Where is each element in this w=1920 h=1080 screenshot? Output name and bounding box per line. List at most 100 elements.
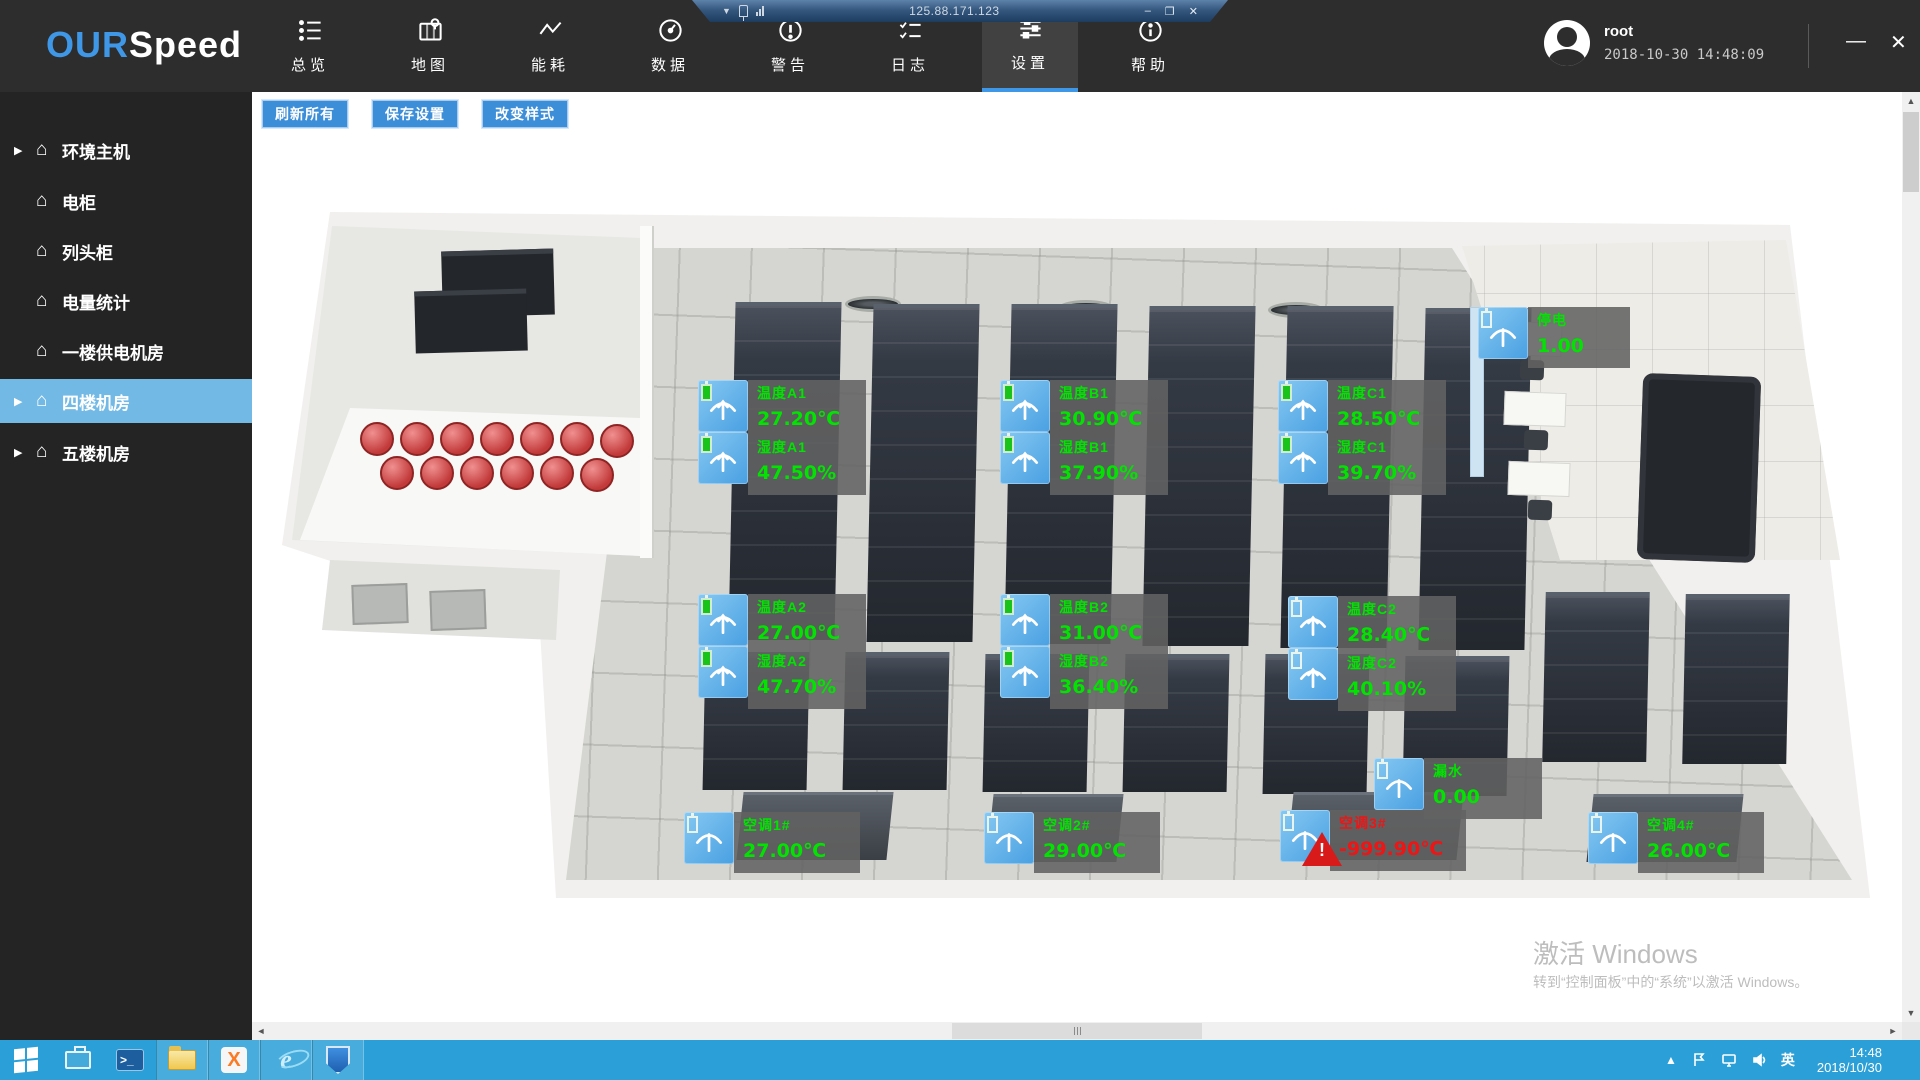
- expand-caret-icon[interactable]: ▶: [14, 395, 36, 408]
- nav-label: 设置: [1011, 52, 1049, 73]
- sidebar-item-floor4-room[interactable]: ▶ ⌂ 四楼机房: [0, 379, 252, 423]
- sidebar-label: 列头柜: [62, 239, 113, 264]
- energy-icon: [537, 17, 564, 44]
- scroll-left-icon[interactable]: ◄: [252, 1022, 270, 1040]
- temp-value: 28.50℃: [1337, 408, 1437, 430]
- flag-icon[interactable]: [1691, 1052, 1707, 1068]
- sensor-group-C1[interactable]: 温度C1 28.50℃ 湿度C1 39.70%: [1278, 380, 1446, 495]
- internet-explorer-button[interactable]: e: [260, 1040, 312, 1080]
- sidebar-item-power-stats[interactable]: ⌂ 电量统计: [0, 279, 252, 323]
- nav-label: 警告: [771, 54, 809, 75]
- xampp-icon: X: [221, 1047, 247, 1073]
- tab-overview[interactable]: 总览: [262, 0, 358, 92]
- xampp-button[interactable]: X: [208, 1040, 260, 1080]
- rdp-pin-icon[interactable]: [739, 5, 748, 17]
- windows-logo-icon: [14, 1047, 38, 1074]
- temp-sensor-icon: [698, 380, 748, 432]
- battery-cylinder: [420, 456, 454, 490]
- tab-map[interactable]: 地图: [382, 0, 478, 92]
- sensor-value: -999.90℃: [1339, 838, 1457, 860]
- network-icon[interactable]: [1721, 1052, 1737, 1068]
- sensor-ac4[interactable]: 空调4# 26.00℃: [1588, 812, 1764, 873]
- tab-energy[interactable]: 能耗: [502, 0, 598, 92]
- vertical-scroll-thumb[interactable]: [1903, 112, 1919, 192]
- rdp-connection-bar[interactable]: ▼ 125.88.171.123 – ❐ ✕: [692, 0, 1228, 22]
- home-icon: ⌂: [36, 290, 62, 312]
- sensor-ac3-alarm[interactable]: 空调3# -999.90℃: [1280, 810, 1466, 871]
- activate-windows-subtext: 转到“控制面板”中的“系统”以激活 Windows。: [1533, 972, 1808, 992]
- sensor-power-outage[interactable]: 停电 1.00: [1478, 307, 1630, 368]
- temp-label: 温度B1: [1059, 383, 1159, 403]
- office-sofa: [1637, 373, 1761, 563]
- scroll-up-icon[interactable]: ▲: [1902, 92, 1920, 110]
- close-button[interactable]: ✕: [1890, 30, 1907, 55]
- server-manager-button[interactable]: [52, 1040, 104, 1080]
- temp-sensor-icon: [1000, 594, 1050, 646]
- sidebar-item-env-host[interactable]: ▶ ⌂ 环境主机: [0, 128, 252, 172]
- rdp-minimize-icon[interactable]: –: [1145, 5, 1151, 18]
- sidebar-item-row-head-cabinet[interactable]: ⌂ 列头柜: [0, 229, 252, 273]
- humidity-value: 36.40%: [1059, 676, 1159, 698]
- sidebar-label: 电量统计: [62, 289, 130, 314]
- sensor-group-A2[interactable]: 温度A2 27.00℃ 湿度A2 47.70%: [698, 594, 866, 709]
- security-app-button[interactable]: [312, 1040, 364, 1080]
- horizontal-scroll-thumb[interactable]: [952, 1023, 1202, 1039]
- store-panel: [429, 589, 486, 631]
- scroll-down-icon[interactable]: ▼: [1902, 1004, 1920, 1022]
- temp-value: 28.40℃: [1347, 624, 1447, 646]
- map-icon: [417, 17, 444, 44]
- office-desk: [1503, 391, 1566, 427]
- file-explorer-button[interactable]: [156, 1040, 208, 1080]
- home-icon: ⌂: [36, 390, 62, 412]
- battery-cylinder: [460, 456, 494, 490]
- home-icon: ⌂: [36, 190, 62, 212]
- start-button[interactable]: [0, 1040, 52, 1080]
- sensor-label: 空调2#: [1043, 815, 1151, 835]
- expand-caret-icon[interactable]: ▶: [14, 446, 36, 459]
- rdp-address: 125.88.171.123: [764, 4, 1145, 18]
- login-datetime: 2018-10-30 14:48:09: [1604, 47, 1764, 63]
- sidebar: ▶ ⌂ 环境主机 ⌂ 电柜 ⌂ 列头柜 ⌂ 电量统计 ⌂ 一楼供电机房 ▶ ⌂ …: [0, 92, 252, 1040]
- rdp-close-icon[interactable]: ✕: [1189, 5, 1198, 18]
- user-box[interactable]: root 2018-10-30 14:48:09: [1544, 20, 1764, 66]
- sensor-label: 空调4#: [1647, 815, 1755, 835]
- horizontal-scrollbar[interactable]: ◄ ►: [252, 1022, 1902, 1040]
- main-canvas: 刷新所有 保存设置 改变样式: [252, 92, 1902, 1022]
- activate-windows-watermark: 激活 Windows: [1533, 934, 1698, 971]
- temp-label: 温度B2: [1059, 597, 1159, 617]
- rdp-dropdown-icon[interactable]: ▼: [722, 6, 731, 16]
- nav-label: 总览: [291, 54, 329, 75]
- humidity-sensor-icon: [698, 646, 748, 698]
- server-rack: [1682, 594, 1790, 764]
- powershell-button[interactable]: >_: [104, 1040, 156, 1080]
- sensor-group-B1[interactable]: 温度B1 30.90℃ 湿度B1 37.90%: [1000, 380, 1168, 495]
- tray-expand-icon[interactable]: ▲: [1665, 1053, 1677, 1067]
- logo-part-white: Speed: [129, 24, 242, 65]
- humidity-value: 47.50%: [757, 462, 857, 484]
- sensor-group-B2[interactable]: 温度B2 31.00℃ 湿度B2 36.40%: [1000, 594, 1168, 709]
- vertical-scrollbar[interactable]: ▲ ▼: [1902, 92, 1920, 1022]
- sidebar-item-floor5-room[interactable]: ▶ ⌂ 五楼机房: [0, 430, 252, 474]
- sensor-group-A1[interactable]: 温度A1 27.20℃ 湿度A1 47.50%: [698, 380, 866, 495]
- language-indicator[interactable]: 英: [1781, 1050, 1795, 1070]
- humidity-sensor-icon: [1000, 646, 1050, 698]
- humidity-label: 湿度B2: [1059, 651, 1159, 671]
- volume-icon[interactable]: [1751, 1052, 1767, 1068]
- expand-caret-icon[interactable]: ▶: [14, 144, 36, 157]
- rdp-signal-icon: [756, 6, 764, 16]
- taskbar-clock[interactable]: 14:48 2018/10/30: [1809, 1045, 1890, 1075]
- ac-sensor-icon: [984, 812, 1034, 864]
- sensor-group-C2[interactable]: 温度C2 28.40℃ 湿度C2 40.10%: [1288, 596, 1456, 711]
- humidity-sensor-icon: [1278, 432, 1328, 484]
- sensor-ac2[interactable]: 空调2# 29.00℃: [984, 812, 1160, 873]
- rdp-restore-icon[interactable]: ❐: [1165, 5, 1175, 18]
- sidebar-item-power-cabinet[interactable]: ⌂ 电柜: [0, 179, 252, 223]
- temp-label: 温度A2: [757, 597, 857, 617]
- sensor-ac1[interactable]: 空调1# 27.00℃: [684, 812, 860, 873]
- minimize-button[interactable]: —: [1846, 30, 1866, 53]
- folder-icon: [168, 1050, 196, 1070]
- scroll-right-icon[interactable]: ►: [1884, 1022, 1902, 1040]
- nav-label: 能耗: [531, 54, 569, 75]
- sidebar-item-floor1-power-room[interactable]: ⌂ 一楼供电机房: [0, 329, 252, 373]
- temp-sensor-icon: [698, 594, 748, 646]
